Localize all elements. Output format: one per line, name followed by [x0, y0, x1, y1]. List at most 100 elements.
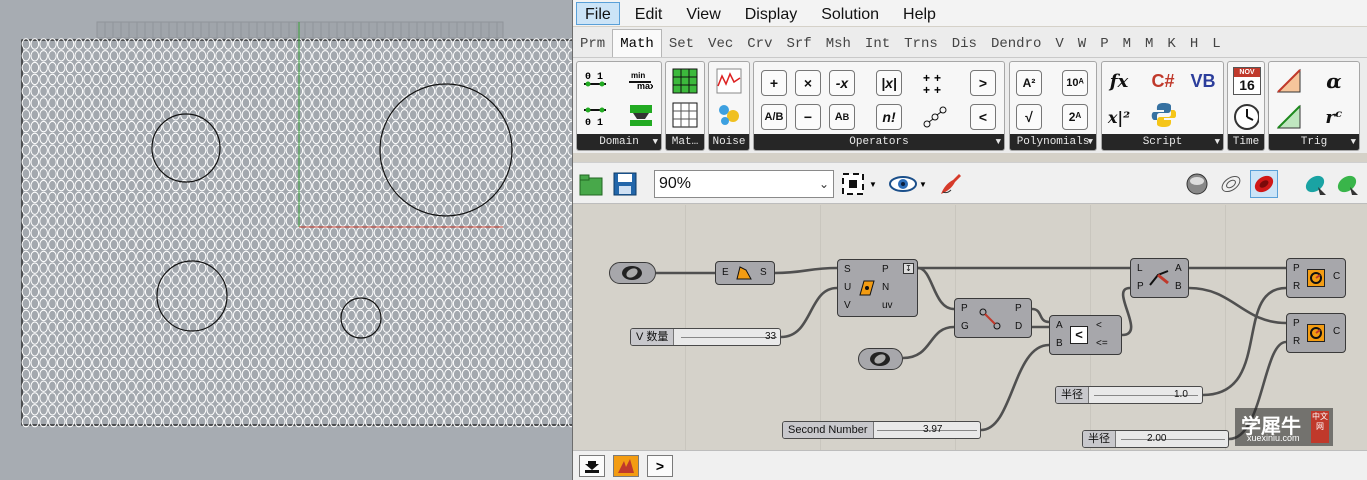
radius-r-icon[interactable]: rᶜ	[1321, 104, 1347, 130]
slider-radius-b-name: 半径	[1083, 431, 1116, 447]
panel-operators-title: Operators	[849, 136, 909, 148]
panel-noise-label: Noise	[709, 134, 749, 150]
tab-v[interactable]: V	[1048, 31, 1070, 57]
tab-k[interactable]: K	[1160, 31, 1182, 57]
tab-msh[interactable]: Msh	[819, 31, 858, 57]
negative-icon[interactable]: -x	[829, 70, 855, 96]
watermark-tag: 中文网	[1311, 411, 1329, 443]
larger-than-icon[interactable]: >	[970, 70, 996, 96]
open-file-icon[interactable]	[577, 170, 605, 198]
slider-radius-b[interactable]: 半径 2.00	[1082, 430, 1229, 448]
menu-edit[interactable]: Edit	[626, 2, 672, 25]
remap-icon[interactable]	[627, 102, 653, 128]
python-icon[interactable]	[1150, 102, 1176, 128]
menu-view[interactable]: View	[677, 2, 729, 25]
power-icon[interactable]: AB	[829, 104, 855, 130]
grasshopper-logo-icon[interactable]	[613, 455, 639, 477]
preview-wireframe-icon[interactable]	[1217, 170, 1245, 198]
smaller-than-component[interactable]: A B < < <=	[1049, 315, 1122, 355]
factorial-icon[interactable]: n!	[876, 104, 902, 130]
zoom-dropdown[interactable]: 90% ⌄	[654, 170, 834, 198]
smaller-than-icon: <	[1070, 326, 1088, 344]
save-icon[interactable]	[611, 170, 639, 198]
tab-m1[interactable]: M	[1116, 31, 1138, 57]
evaluate-icon[interactable]: x|²	[1106, 104, 1132, 130]
sine-triangle-icon[interactable]	[1275, 68, 1301, 94]
matrix-grid-icon[interactable]	[672, 102, 698, 128]
square-root-icon[interactable]: √	[1016, 104, 1042, 130]
circle-component-1[interactable]: P R C	[1286, 258, 1346, 298]
square-icon[interactable]: A²	[1016, 70, 1042, 96]
tab-math[interactable]: Math	[612, 29, 662, 57]
download-icon[interactable]	[579, 455, 605, 477]
dispatch-input-l: L	[1137, 263, 1143, 274]
tab-int[interactable]: Int	[858, 31, 897, 57]
division-icon[interactable]: A/B	[761, 104, 787, 130]
closest-point-component[interactable]: P G P D	[954, 298, 1032, 338]
absolute-icon[interactable]: |x|	[876, 70, 902, 96]
power-of-10-icon[interactable]: 10ᴬ	[1062, 70, 1088, 96]
tab-dendro[interactable]: Dendro	[984, 31, 1048, 57]
angle-alpha-icon[interactable]: α	[1321, 68, 1347, 94]
tab-dis[interactable]: Dis	[945, 31, 984, 57]
mass-addition-icon[interactable]: + + + +	[922, 70, 948, 96]
surface-explode-component[interactable]: E S	[715, 261, 775, 285]
menu-help[interactable]: Help	[894, 2, 945, 25]
surface-param-2[interactable]	[858, 348, 903, 370]
tab-l[interactable]: L	[1205, 31, 1227, 57]
tab-set[interactable]: Set	[662, 31, 701, 57]
tab-crv[interactable]: Crv	[740, 31, 779, 57]
zoom-extents-icon[interactable]	[839, 170, 867, 198]
tab-vec[interactable]: Vec	[701, 31, 740, 57]
csharp-icon[interactable]: C#	[1150, 68, 1176, 94]
noise-graph-icon[interactable]	[716, 68, 742, 94]
circle-component-2[interactable]: P R C	[1286, 313, 1346, 353]
rhino-viewport[interactable]	[0, 0, 572, 480]
vb-icon[interactable]: VB	[1190, 68, 1216, 94]
matrix-green-icon[interactable]	[672, 68, 698, 94]
construct-domain-icon[interactable]: 0 1	[582, 68, 608, 94]
panel-domain-title: Domain	[599, 136, 639, 148]
slider-radius-a[interactable]: 半径 1.0	[1055, 386, 1203, 404]
preview-eye-icon[interactable]	[889, 170, 917, 198]
chevron-down-icon[interactable]: ▼	[917, 170, 929, 198]
subtraction-icon[interactable]: −	[795, 104, 821, 130]
smaller-than-icon[interactable]: <	[970, 104, 996, 130]
chevron-down-icon[interactable]: ▼	[867, 170, 879, 198]
tab-h[interactable]: H	[1183, 31, 1205, 57]
multiplication-icon[interactable]: ×	[795, 70, 821, 96]
tab-p[interactable]: P	[1093, 31, 1115, 57]
deconstruct-domain-icon[interactable]: 0 1	[582, 102, 608, 128]
preview-shaded-icon[interactable]	[1183, 170, 1211, 198]
dispatch-component[interactable]: L P A B	[1130, 258, 1189, 298]
expression-icon[interactable]: fx	[1106, 68, 1132, 94]
circle1-input-p: P	[1293, 263, 1300, 274]
tab-prm[interactable]: Prm	[573, 31, 612, 57]
menu-display[interactable]: Display	[736, 2, 806, 25]
calendar-icon[interactable]: NOV 16	[1233, 67, 1261, 97]
bounds-icon[interactable]: minmax	[627, 68, 653, 94]
bake-teal-icon[interactable]	[1301, 170, 1329, 198]
collapse-arrow-icon[interactable]: ↧	[903, 263, 914, 274]
slider-v-count[interactable]: V 数量 33	[630, 328, 781, 346]
tab-m2[interactable]: M	[1138, 31, 1160, 57]
noise-random-icon[interactable]	[716, 102, 742, 128]
slider-radius-a-name: 半径	[1056, 387, 1089, 403]
preview-selected-icon[interactable]	[1250, 170, 1278, 198]
menu-file[interactable]: File	[576, 1, 620, 25]
tab-trns[interactable]: Trns	[897, 31, 945, 57]
bake-green-icon[interactable]	[1333, 170, 1361, 198]
series-addition-icon[interactable]	[922, 104, 948, 130]
menu-solution[interactable]: Solution	[812, 2, 888, 25]
expand-arrow-icon[interactable]: >	[647, 455, 673, 477]
surface-param[interactable]	[609, 262, 656, 284]
power-of-2-icon[interactable]: 2ᴬ	[1062, 104, 1088, 130]
addition-icon[interactable]: +	[761, 70, 787, 96]
sketch-pen-icon[interactable]	[937, 170, 965, 198]
cosine-triangle-icon[interactable]	[1275, 104, 1301, 130]
tab-srf[interactable]: Srf	[779, 31, 818, 57]
evaluate-surface-component[interactable]: S U V P N uv ↧	[837, 259, 918, 317]
clock-icon[interactable]	[1233, 104, 1259, 130]
tab-w[interactable]: W	[1071, 31, 1093, 57]
slider-second-number[interactable]: Second Number 3.97	[782, 421, 981, 439]
